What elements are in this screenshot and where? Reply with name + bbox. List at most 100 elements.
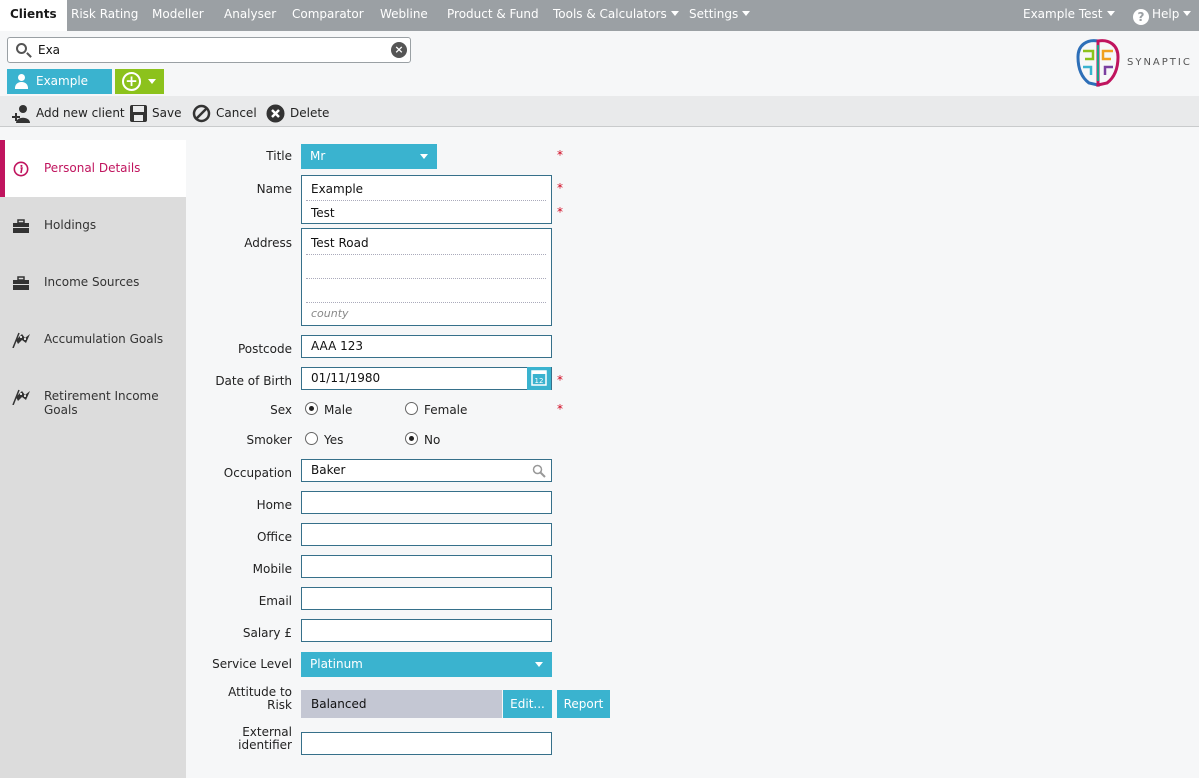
chevron-down-icon xyxy=(148,79,156,84)
briefcase-icon xyxy=(13,219,29,233)
tab-product-fund[interactable]: Product & Fund xyxy=(447,0,539,31)
cancel-button[interactable]: Cancel xyxy=(192,96,257,127)
tab-tools-calculators[interactable]: Tools & Calculators xyxy=(553,0,679,31)
sidebar-item-retirement-income-goals[interactable]: Retirement Income Goals xyxy=(0,368,186,425)
calendar-button[interactable]: 12 xyxy=(527,367,551,390)
name-fields: Example Test xyxy=(301,175,552,224)
tab-analyser[interactable]: Analyser xyxy=(224,0,276,31)
sidebar-item-accumulation-goals[interactable]: Accumulation Goals xyxy=(0,311,186,368)
address-line3-input[interactable] xyxy=(302,279,550,303)
occupation-value: Baker xyxy=(311,463,346,477)
external-identifier-label: External identifier xyxy=(172,726,292,752)
info-icon xyxy=(13,161,29,177)
sidebar-item-label: Personal Details xyxy=(44,161,141,175)
user-menu[interactable]: Example Test xyxy=(1023,0,1115,31)
address-line2-input[interactable] xyxy=(302,255,550,279)
postcode-label: Postcode xyxy=(237,342,292,356)
tab-settings[interactable]: Settings xyxy=(689,0,751,31)
current-client-button[interactable]: Example Test xyxy=(7,69,112,113)
occupation-label: Occupation xyxy=(223,466,292,480)
chevron-down-icon xyxy=(535,662,543,667)
search-value: Exa xyxy=(38,43,61,57)
calendar-day: 12 xyxy=(535,377,544,385)
occupation-input[interactable]: Baker xyxy=(301,459,552,482)
first-name-input[interactable]: Example xyxy=(302,177,550,201)
cancel-label: Cancel xyxy=(216,106,257,120)
client-search-input[interactable]: Exa × xyxy=(7,37,411,63)
tab-clients[interactable]: Clients xyxy=(0,0,67,31)
home-phone-input[interactable] xyxy=(301,491,552,514)
clear-icon[interactable]: × xyxy=(391,42,407,58)
sidebar-item-label: Holdings xyxy=(44,218,97,232)
atr-report-button[interactable]: Report xyxy=(557,690,610,718)
help-menu[interactable]: ? Help xyxy=(1133,0,1192,31)
title-label: Title xyxy=(266,149,292,163)
smoker-yes-label: Yes xyxy=(324,433,344,447)
sex-female-radio[interactable] xyxy=(405,402,418,415)
sidebar-item-personal-details[interactable]: Personal Details xyxy=(0,140,186,197)
sidebar-item-income-sources[interactable]: Income Sources xyxy=(0,254,186,311)
tab-webline[interactable]: Webline xyxy=(380,0,428,31)
mobile-phone-input[interactable] xyxy=(301,555,552,578)
logo-text: SYNAPTIC xyxy=(1127,57,1192,68)
address-fields: Test Road county xyxy=(301,228,552,326)
title-select-value: Mr xyxy=(310,149,326,163)
office-phone-input[interactable] xyxy=(301,523,552,546)
sidebar: Personal Details Holdings Income Sources… xyxy=(0,140,186,778)
county-input[interactable]: county xyxy=(302,302,550,326)
title-select[interactable]: Mr xyxy=(301,144,437,169)
name-label: Name xyxy=(256,182,292,196)
chevron-down-icon xyxy=(670,11,679,16)
service-level-label: Service Level xyxy=(212,657,292,671)
delete-label: Delete xyxy=(290,106,330,120)
add-user-icon xyxy=(12,105,30,123)
add-new-client-button[interactable]: Add new client xyxy=(12,96,125,127)
checkered-flag-icon xyxy=(12,332,30,348)
external-label-line2: identifier xyxy=(238,738,292,752)
office-label: Office xyxy=(256,530,292,544)
postcode-input[interactable]: AAA 123 xyxy=(301,335,552,358)
tab-modeller[interactable]: Modeller xyxy=(152,0,204,31)
add-menu-button[interactable]: + xyxy=(115,69,164,94)
dob-input[interactable]: 01/11/1980 xyxy=(301,367,552,390)
save-icon xyxy=(130,105,147,122)
chevron-down-icon xyxy=(420,154,428,159)
smoker-no-radio[interactable] xyxy=(405,432,418,445)
tab-risk-rating[interactable]: Risk Rating xyxy=(71,0,138,31)
help-menu-label: Help xyxy=(1152,7,1180,21)
briefcase-icon xyxy=(13,276,29,290)
salary-input[interactable] xyxy=(301,619,552,642)
required-marker: * xyxy=(557,181,563,195)
calendar-icon: 12 xyxy=(531,370,547,386)
atr-label: Attitude to Risk xyxy=(172,686,292,712)
last-name-input[interactable]: Test xyxy=(302,201,550,225)
external-identifier-input[interactable] xyxy=(301,732,552,755)
tab-comparator[interactable]: Comparator xyxy=(292,0,364,31)
synaptic-logo xyxy=(1076,39,1120,87)
dob-value: 01/11/1980 xyxy=(311,371,381,385)
salary-label: Salary £ xyxy=(242,626,292,640)
smoker-no-label: No xyxy=(424,433,441,447)
required-marker: * xyxy=(557,373,563,387)
save-button[interactable]: Save xyxy=(129,96,181,127)
save-label: Save xyxy=(152,106,182,120)
smoker-yes-radio[interactable] xyxy=(305,432,318,445)
cancel-icon xyxy=(192,104,211,123)
add-new-client-label: Add new client xyxy=(36,106,125,120)
tab-settings-label: Settings xyxy=(689,7,739,21)
delete-button[interactable]: Delete xyxy=(266,96,330,127)
search-icon[interactable] xyxy=(532,464,546,478)
address-line1-input[interactable]: Test Road xyxy=(302,231,550,255)
checkered-flag-icon xyxy=(12,389,30,405)
service-level-select[interactable]: Platinum xyxy=(301,652,552,677)
mobile-label: Mobile xyxy=(252,562,292,576)
service-level-value: Platinum xyxy=(310,657,363,671)
sidebar-item-holdings[interactable]: Holdings xyxy=(0,197,186,254)
sex-male-radio[interactable] xyxy=(305,402,318,415)
email-input[interactable] xyxy=(301,587,552,610)
toolbar: Add new client Save Cancel Delete xyxy=(0,96,1199,127)
atr-edit-button[interactable]: Edit... xyxy=(503,690,552,718)
tab-tools-calculators-label: Tools & Calculators xyxy=(553,7,667,21)
required-marker: * xyxy=(557,205,563,219)
sex-female-label: Female xyxy=(424,403,468,417)
